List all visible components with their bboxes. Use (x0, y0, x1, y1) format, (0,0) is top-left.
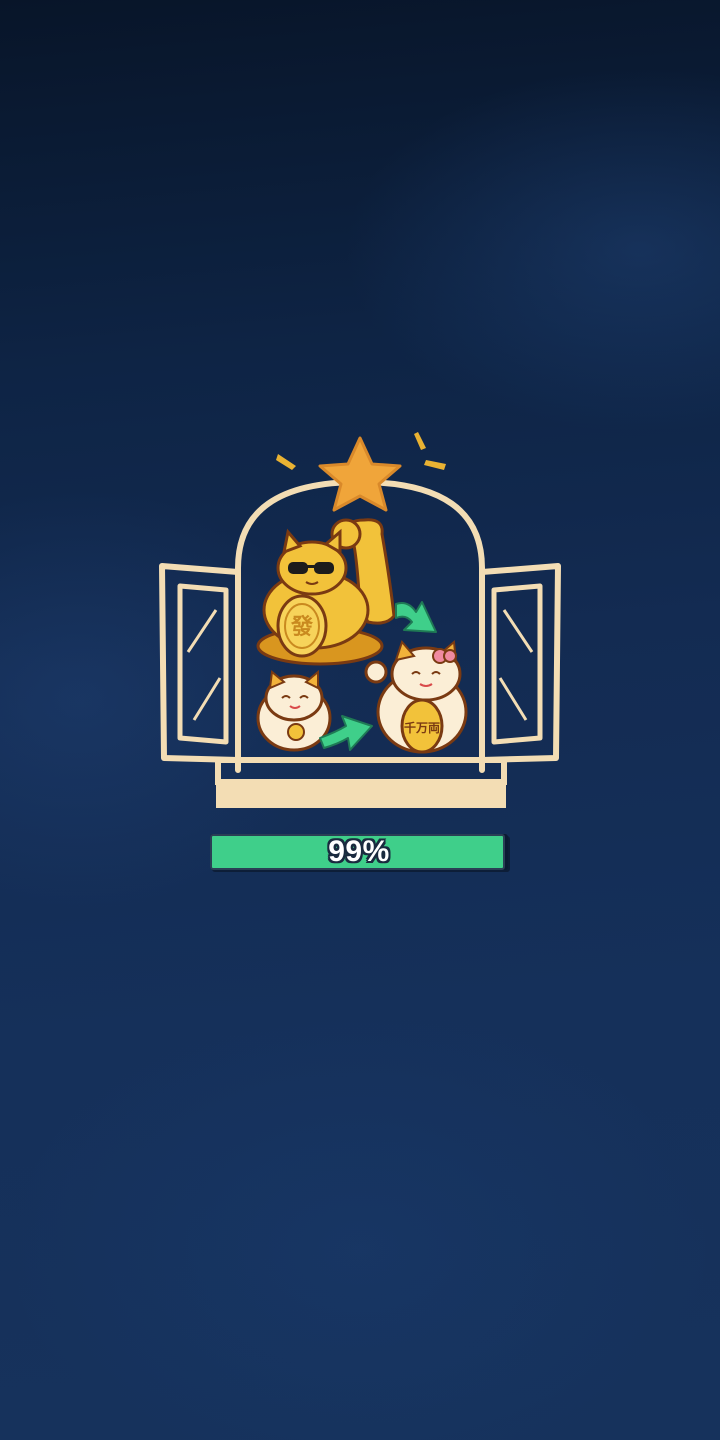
upgrade-arrow-icon (395, 601, 437, 633)
progress-percent-label: 99% (328, 835, 390, 868)
loading-progress-bar: 99% (210, 834, 508, 870)
loading-illustration: 發 千万両 (159, 432, 561, 808)
lucky-cat-with-bow-icon: 千万両 (364, 639, 468, 754)
svg-text:千万両: 千万両 (404, 720, 440, 735)
svg-text:發: 發 (290, 615, 313, 640)
window-sill (215, 757, 507, 808)
star-icon (318, 436, 402, 512)
right-shutter-icon (479, 563, 561, 763)
left-shutter-icon (159, 563, 241, 763)
lucky-cat-icon: 發 (256, 518, 396, 666)
